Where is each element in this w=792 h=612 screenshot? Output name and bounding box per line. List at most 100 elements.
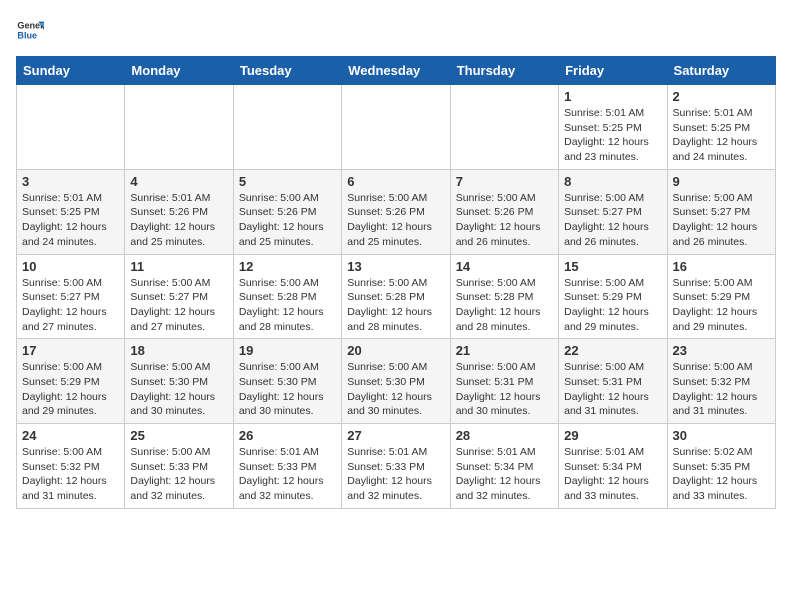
day-info: Sunrise: 5:00 AM Sunset: 5:30 PM Dayligh… [239,360,336,419]
day-number: 26 [239,428,336,443]
day-number: 6 [347,174,444,189]
calendar-day-cell: 26 Sunrise: 5:01 AM Sunset: 5:33 PM Dayli… [233,424,341,509]
day-number: 30 [673,428,770,443]
svg-text:Blue: Blue [17,30,37,40]
weekday-header-cell: Monday [125,57,233,85]
calendar-day-cell: 1 Sunrise: 5:01 AM Sunset: 5:25 PM Daylig… [559,85,667,170]
calendar-day-cell: 4 Sunrise: 5:01 AM Sunset: 5:26 PM Daylig… [125,169,233,254]
day-info: Sunrise: 5:01 AM Sunset: 5:34 PM Dayligh… [456,445,553,504]
calendar-day-cell: 10 Sunrise: 5:00 AM Sunset: 5:27 PM Dayli… [17,254,125,339]
calendar-day-cell: 11Sunrise: 5:00 AM Sunset: 5:27 PM Dayli… [125,254,233,339]
calendar-day-cell [233,85,341,170]
day-info: Sunrise: 5:00 AM Sunset: 5:30 PM Dayligh… [130,360,227,419]
day-number: 25 [130,428,227,443]
calendar-day-cell: 20 Sunrise: 5:00 AM Sunset: 5:30 PM Dayli… [342,339,450,424]
calendar-day-cell: 3Sunrise: 5:01 AM Sunset: 5:25 PM Daylig… [17,169,125,254]
calendar-day-cell: 28 Sunrise: 5:01 AM Sunset: 5:34 PM Dayli… [450,424,558,509]
day-number: 13 [347,259,444,274]
calendar-day-cell: 18 Sunrise: 5:00 AM Sunset: 5:30 PM Dayli… [125,339,233,424]
day-info: Sunrise: 5:02 AM Sunset: 5:35 PM Dayligh… [673,445,770,504]
weekday-header-row: SundayMondayTuesdayWednesdayThursdayFrid… [17,57,776,85]
calendar-day-cell [125,85,233,170]
day-info: Sunrise: 5:00 AM Sunset: 5:26 PM Dayligh… [456,191,553,250]
day-number: 12 [239,259,336,274]
day-info: Sunrise: 5:00 AM Sunset: 5:29 PM Dayligh… [673,276,770,335]
day-number: 18 [130,343,227,358]
calendar-table: SundayMondayTuesdayWednesdayThursdayFrid… [16,56,776,509]
day-info: Sunrise: 5:01 AM Sunset: 5:33 PM Dayligh… [239,445,336,504]
day-number: 14 [456,259,553,274]
calendar-day-cell: 15Sunrise: 5:00 AM Sunset: 5:29 PM Dayli… [559,254,667,339]
calendar-day-cell: 25Sunrise: 5:00 AM Sunset: 5:33 PM Dayli… [125,424,233,509]
day-number: 2 [673,89,770,104]
day-number: 8 [564,174,661,189]
calendar-body: 1 Sunrise: 5:01 AM Sunset: 5:25 PM Daylig… [17,85,776,509]
calendar-day-cell: 21 Sunrise: 5:00 AM Sunset: 5:31 PM Dayli… [450,339,558,424]
logo-icon: General Blue [16,16,44,44]
calendar-week-row: 1 Sunrise: 5:01 AM Sunset: 5:25 PM Daylig… [17,85,776,170]
day-number: 11 [130,259,227,274]
calendar-day-cell: 14 Sunrise: 5:00 AM Sunset: 5:28 PM Dayli… [450,254,558,339]
day-number: 19 [239,343,336,358]
calendar-day-cell: 7 Sunrise: 5:00 AM Sunset: 5:26 PM Daylig… [450,169,558,254]
day-number: 4 [130,174,227,189]
weekday-header-cell: Saturday [667,57,775,85]
calendar-day-cell [342,85,450,170]
day-info: Sunrise: 5:00 AM Sunset: 5:28 PM Dayligh… [456,276,553,335]
page-header: General Blue [16,16,776,44]
calendar-day-cell: 16 Sunrise: 5:00 AM Sunset: 5:29 PM Dayli… [667,254,775,339]
day-number: 10 [22,259,119,274]
day-info: Sunrise: 5:00 AM Sunset: 5:29 PM Dayligh… [22,360,119,419]
weekday-header-cell: Thursday [450,57,558,85]
logo: General Blue [16,16,48,44]
day-info: Sunrise: 5:01 AM Sunset: 5:25 PM Dayligh… [22,191,119,250]
calendar-day-cell: 23 Sunrise: 5:00 AM Sunset: 5:32 PM Dayli… [667,339,775,424]
day-info: Sunrise: 5:00 AM Sunset: 5:32 PM Dayligh… [673,360,770,419]
calendar-day-cell [450,85,558,170]
calendar-day-cell: 27Sunrise: 5:01 AM Sunset: 5:33 PM Dayli… [342,424,450,509]
day-number: 16 [673,259,770,274]
day-info: Sunrise: 5:00 AM Sunset: 5:31 PM Dayligh… [456,360,553,419]
day-info: Sunrise: 5:00 AM Sunset: 5:26 PM Dayligh… [347,191,444,250]
day-number: 27 [347,428,444,443]
calendar-week-row: 24 Sunrise: 5:00 AM Sunset: 5:32 PM Dayli… [17,424,776,509]
day-number: 7 [456,174,553,189]
day-info: Sunrise: 5:01 AM Sunset: 5:25 PM Dayligh… [673,106,770,165]
calendar-day-cell: 13 Sunrise: 5:00 AM Sunset: 5:28 PM Dayli… [342,254,450,339]
calendar-day-cell: 12 Sunrise: 5:00 AM Sunset: 5:28 PM Dayli… [233,254,341,339]
day-number: 28 [456,428,553,443]
day-info: Sunrise: 5:00 AM Sunset: 5:32 PM Dayligh… [22,445,119,504]
weekday-header-cell: Friday [559,57,667,85]
day-number: 20 [347,343,444,358]
calendar-day-cell: 5Sunrise: 5:00 AM Sunset: 5:26 PM Daylig… [233,169,341,254]
calendar-day-cell: 24 Sunrise: 5:00 AM Sunset: 5:32 PM Dayli… [17,424,125,509]
day-number: 15 [564,259,661,274]
day-info: Sunrise: 5:00 AM Sunset: 5:30 PM Dayligh… [347,360,444,419]
calendar-week-row: 10 Sunrise: 5:00 AM Sunset: 5:27 PM Dayli… [17,254,776,339]
calendar-day-cell: 2 Sunrise: 5:01 AM Sunset: 5:25 PM Daylig… [667,85,775,170]
calendar-day-cell [17,85,125,170]
day-number: 24 [22,428,119,443]
day-number: 5 [239,174,336,189]
day-number: 22 [564,343,661,358]
calendar-day-cell: 6 Sunrise: 5:00 AM Sunset: 5:26 PM Daylig… [342,169,450,254]
weekday-header-cell: Tuesday [233,57,341,85]
calendar-day-cell: 29 Sunrise: 5:01 AM Sunset: 5:34 PM Dayli… [559,424,667,509]
calendar-week-row: 3Sunrise: 5:01 AM Sunset: 5:25 PM Daylig… [17,169,776,254]
day-info: Sunrise: 5:00 AM Sunset: 5:28 PM Dayligh… [239,276,336,335]
day-number: 29 [564,428,661,443]
day-info: Sunrise: 5:00 AM Sunset: 5:27 PM Dayligh… [673,191,770,250]
day-number: 1 [564,89,661,104]
calendar-day-cell: 17Sunrise: 5:00 AM Sunset: 5:29 PM Dayli… [17,339,125,424]
day-number: 9 [673,174,770,189]
day-info: Sunrise: 5:00 AM Sunset: 5:27 PM Dayligh… [22,276,119,335]
day-number: 23 [673,343,770,358]
calendar-week-row: 17Sunrise: 5:00 AM Sunset: 5:29 PM Dayli… [17,339,776,424]
day-info: Sunrise: 5:01 AM Sunset: 5:26 PM Dayligh… [130,191,227,250]
day-info: Sunrise: 5:00 AM Sunset: 5:28 PM Dayligh… [347,276,444,335]
calendar-day-cell: 22Sunrise: 5:00 AM Sunset: 5:31 PM Dayli… [559,339,667,424]
day-info: Sunrise: 5:01 AM Sunset: 5:34 PM Dayligh… [564,445,661,504]
day-info: Sunrise: 5:01 AM Sunset: 5:25 PM Dayligh… [564,106,661,165]
day-number: 21 [456,343,553,358]
day-info: Sunrise: 5:00 AM Sunset: 5:27 PM Dayligh… [564,191,661,250]
